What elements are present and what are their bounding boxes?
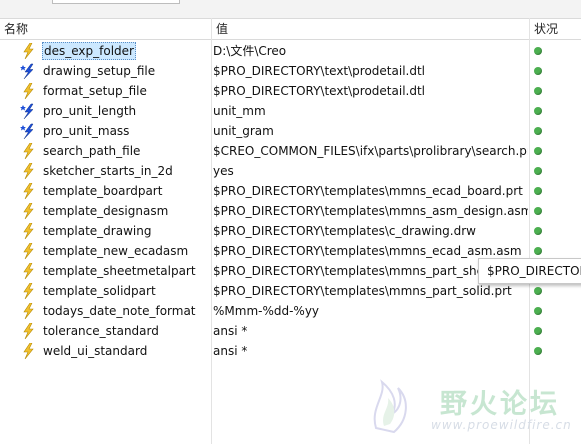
status-ok-icon (534, 327, 542, 335)
option-value[interactable]: D:\文件\Creo (213, 41, 528, 61)
option-name[interactable]: drawing_setup_file (43, 61, 155, 81)
status-ok-icon (534, 87, 542, 95)
option-name[interactable]: template_new_ecadasm (43, 241, 188, 261)
status-ok-icon (534, 347, 542, 355)
option-name[interactable]: weld_ui_standard (43, 341, 147, 361)
table-header: 名称 值 状况 (0, 18, 581, 40)
watermark-url: www.proewildfire.cn (431, 418, 572, 432)
option-name[interactable]: des_exp_folder (42, 42, 136, 60)
lightning-icon (20, 282, 36, 300)
status-ok-icon (534, 287, 542, 295)
option-name[interactable]: todays_date_note_format (43, 301, 196, 321)
top-strip (0, 0, 581, 18)
status-ok-icon (534, 147, 542, 155)
star-lightning-icon (20, 103, 36, 120)
option-name[interactable]: pro_unit_length (43, 101, 136, 121)
column-header-name[interactable]: 名称 (0, 19, 211, 40)
option-name[interactable]: template_designasm (43, 201, 168, 221)
lightning-icon (20, 322, 36, 340)
table-row[interactable]: pro_unit_length unit_mm (0, 101, 581, 121)
lightning-icon (20, 162, 36, 180)
option-value[interactable]: $PRO_DIRECTORY\text\prodetail.dtl (213, 81, 528, 101)
lightning-icon (20, 222, 36, 240)
option-name[interactable]: search_path_file (43, 141, 140, 161)
table-row[interactable]: weld_ui_standard ansi * (0, 341, 581, 361)
filter-field-edge[interactable] (52, 0, 180, 4)
option-value[interactable]: $PRO_DIRECTORY\templates\mmns_part_solid… (213, 281, 528, 301)
option-name[interactable]: format_setup_file (43, 81, 147, 101)
status-ok-icon (534, 307, 542, 315)
table-row[interactable]: template_drawing $PRO_DIRECTORY\templates… (0, 221, 581, 241)
star-lightning-icon (20, 63, 36, 80)
option-name[interactable]: sketcher_starts_in_2d (43, 161, 173, 181)
option-name[interactable]: tolerance_standard (43, 321, 159, 341)
option-value[interactable]: $PRO_DIRECTORY\templates\mmns_asm_design… (213, 201, 528, 221)
status-ok-icon (534, 167, 542, 175)
lightning-icon (20, 82, 36, 100)
options-table-body: des_exp_folder D:\文件\Creo drawing_setup_fi… (0, 41, 581, 361)
lightning-icon (20, 262, 36, 280)
column-header-status[interactable]: 状况 (530, 19, 581, 40)
option-name[interactable]: template_boardpart (43, 181, 162, 201)
option-value[interactable]: %Mmm-%dd-%yy (213, 301, 528, 321)
status-ok-icon (534, 187, 542, 195)
table-row[interactable]: drawing_setup_file $PRO_DIRECTORY\text\pr… (0, 61, 581, 81)
lightning-icon (20, 242, 36, 260)
lightning-icon (20, 142, 36, 160)
table-row[interactable]: template_solidpart $PRO_DIRECTORY\templat… (0, 281, 581, 301)
lightning-icon (20, 182, 36, 200)
status-ok-icon (534, 67, 542, 75)
option-name[interactable]: pro_unit_mass (43, 121, 129, 141)
table-row[interactable]: sketcher_starts_in_2d yes (0, 161, 581, 181)
watermark-text: 野火论坛 (440, 389, 560, 420)
value-tooltip: $PRO_DIRECTORY (478, 258, 581, 284)
lightning-icon (20, 302, 36, 320)
lightning-icon (20, 42, 36, 60)
status-ok-icon (534, 247, 542, 255)
option-value[interactable]: $PRO_DIRECTORY\templates\c_drawing.drw (213, 221, 528, 241)
star-lightning-icon (20, 123, 36, 140)
option-value[interactable]: $PRO_DIRECTORY\templates\mmns_ecad_board… (213, 181, 528, 201)
status-ok-icon (534, 47, 542, 55)
option-value[interactable]: unit_mm (213, 101, 528, 121)
lightning-icon (20, 202, 36, 220)
option-name[interactable]: template_drawing (43, 221, 151, 241)
column-header-value[interactable]: 值 (212, 19, 529, 40)
option-value[interactable]: $PRO_DIRECTORY\text\prodetail.dtl (213, 61, 528, 81)
table-row[interactable]: search_path_file $CREO_COMMON_FILES\ifx\p… (0, 141, 581, 161)
table-row[interactable]: format_setup_file $PRO_DIRECTORY\text\pro… (0, 81, 581, 101)
option-name[interactable]: template_solidpart (43, 281, 156, 301)
status-ok-icon (534, 227, 542, 235)
table-row[interactable]: template_designasm $PRO_DIRECTORY\templat… (0, 201, 581, 221)
status-ok-icon (534, 107, 542, 115)
table-row[interactable]: tolerance_standard ansi * (0, 321, 581, 341)
lightning-icon (20, 342, 36, 360)
option-value[interactable]: ansi * (213, 341, 528, 361)
table-row[interactable]: template_boardpart $PRO_DIRECTORY\templat… (0, 181, 581, 201)
option-value[interactable]: ansi * (213, 321, 528, 341)
option-value[interactable]: unit_gram (213, 121, 528, 141)
status-ok-icon (534, 127, 542, 135)
status-ok-icon (534, 207, 542, 215)
table-row[interactable]: des_exp_folder D:\文件\Creo (0, 41, 581, 61)
table-row[interactable]: todays_date_note_format %Mmm-%dd-%yy (0, 301, 581, 321)
table-row[interactable]: pro_unit_mass unit_gram (0, 121, 581, 141)
option-value[interactable]: yes (213, 161, 528, 181)
option-name[interactable]: template_sheetmetalpart (43, 261, 196, 281)
option-value[interactable]: $CREO_COMMON_FILES\ifx\parts\prolibrary\… (213, 141, 528, 161)
